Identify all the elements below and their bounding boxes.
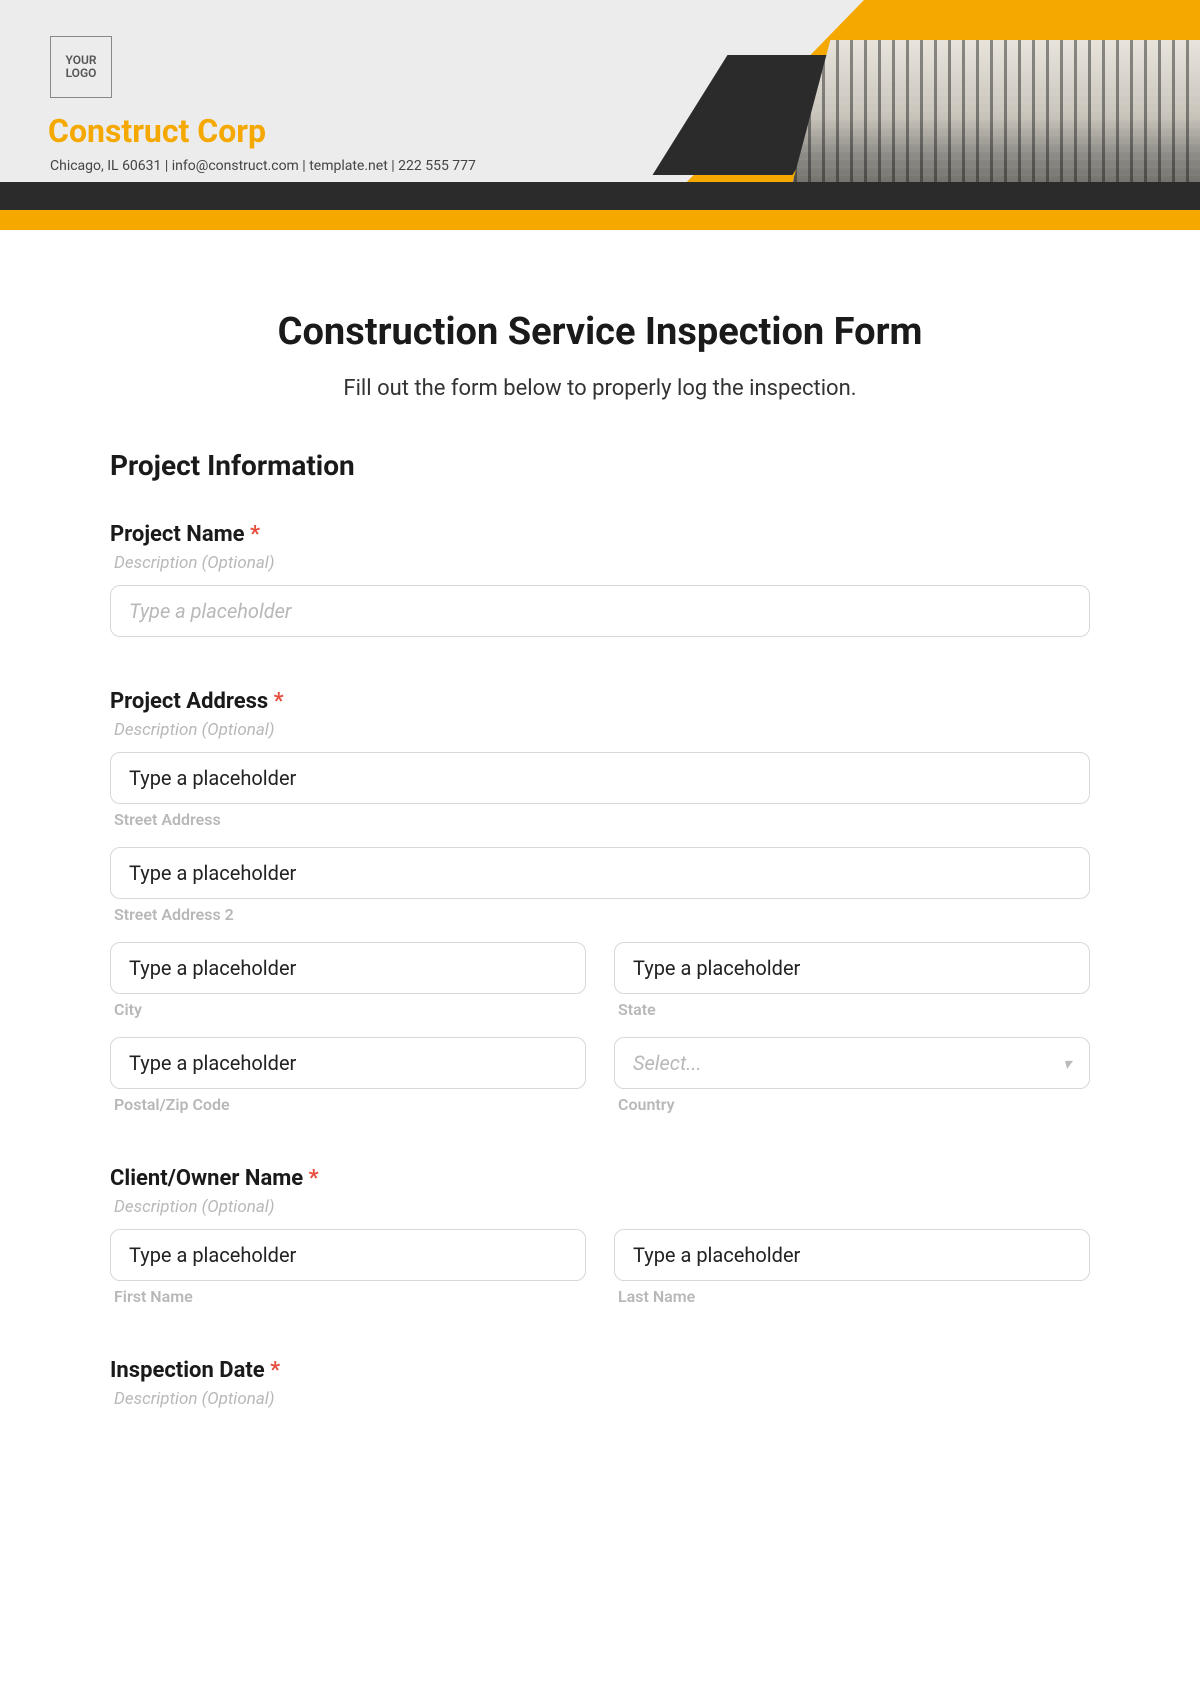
field-description: Description (Optional): [114, 553, 1090, 573]
banner-stripe-orange: [0, 210, 1200, 230]
field-group-project-address: Project Address * Description (Optional)…: [110, 689, 1090, 1114]
label-project-name: Project Name *: [110, 522, 1090, 547]
letterhead-banner: YOUR LOGO Construct Corp Chicago, IL 606…: [0, 0, 1200, 230]
banner-stripe-dark: [0, 182, 1200, 210]
label-text: Project Address: [110, 689, 268, 714]
state-input[interactable]: Type a placeholder: [614, 942, 1090, 994]
required-mark: *: [274, 689, 284, 714]
field-description: Description (Optional): [114, 1197, 1090, 1217]
first-name-input[interactable]: Type a placeholder: [110, 1229, 586, 1281]
sublabel-last-name: Last Name: [618, 1287, 1090, 1306]
section-title-project-info: Project Information: [110, 449, 1090, 482]
country-select[interactable]: Select... ▾: [614, 1037, 1090, 1089]
field-group-inspection-date: Inspection Date * Description (Optional): [110, 1358, 1090, 1409]
last-name-input[interactable]: Type a placeholder: [614, 1229, 1090, 1281]
required-mark: *: [250, 522, 260, 547]
street-address-2-input[interactable]: Type a placeholder: [110, 847, 1090, 899]
sublabel-state: State: [618, 1000, 1090, 1019]
sublabel-postal: Postal/Zip Code: [114, 1095, 586, 1114]
form-subtitle: Fill out the form below to properly log …: [110, 376, 1090, 401]
label-client-owner: Client/Owner Name *: [110, 1166, 1090, 1191]
field-group-project-name: Project Name * Description (Optional) Ty…: [110, 522, 1090, 637]
label-text: Client/Owner Name: [110, 1166, 303, 1191]
project-name-input[interactable]: Type a placeholder: [110, 585, 1090, 637]
label-text: Inspection Date: [110, 1358, 265, 1383]
city-input[interactable]: Type a placeholder: [110, 942, 586, 994]
label-project-address: Project Address *: [110, 689, 1090, 714]
label-inspection-date: Inspection Date *: [110, 1358, 1090, 1383]
form-title: Construction Service Inspection Form: [110, 310, 1090, 354]
field-group-client-owner: Client/Owner Name * Description (Optiona…: [110, 1166, 1090, 1306]
sublabel-first-name: First Name: [114, 1287, 586, 1306]
sublabel-street-address-2: Street Address 2: [114, 905, 1090, 924]
label-text: Project Name: [110, 522, 245, 547]
postal-input[interactable]: Type a placeholder: [110, 1037, 586, 1089]
street-address-input[interactable]: Type a placeholder: [110, 752, 1090, 804]
company-name: Construct Corp: [48, 112, 266, 150]
field-description: Description (Optional): [114, 1389, 1090, 1409]
form-body: Construction Service Inspection Form Fil…: [0, 230, 1200, 1461]
company-contact-line: Chicago, IL 60631 | info@construct.com |…: [50, 158, 476, 174]
required-mark: *: [270, 1358, 280, 1383]
sublabel-country: Country: [618, 1095, 1090, 1114]
sublabel-street-address: Street Address: [114, 810, 1090, 829]
logo-placeholder: YOUR LOGO: [50, 36, 112, 98]
select-placeholder: Select...: [633, 1051, 702, 1075]
sublabel-city: City: [114, 1000, 586, 1019]
chevron-down-icon: ▾: [1063, 1054, 1071, 1073]
required-mark: *: [309, 1166, 319, 1191]
field-description: Description (Optional): [114, 720, 1090, 740]
